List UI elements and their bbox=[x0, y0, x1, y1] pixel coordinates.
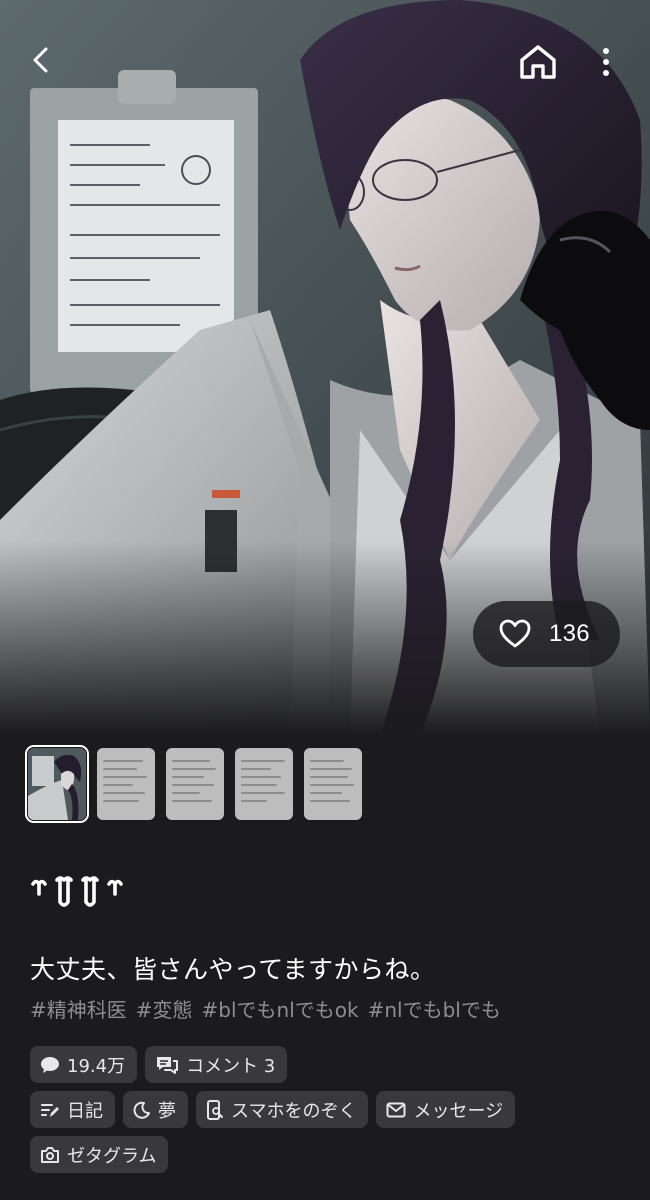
hashtag-item[interactable]: #変態 bbox=[136, 994, 193, 1023]
character-hero: 136 bbox=[0, 0, 650, 735]
chevron-left-icon bbox=[33, 47, 48, 73]
comments-label: コメント 3 bbox=[186, 1055, 276, 1077]
hashtag-list: #精神科医 #変態 #blでもnlでもok #nlでもblでも bbox=[30, 994, 501, 1023]
message-label: メッセージ bbox=[413, 1100, 504, 1122]
character-tagline: 大丈夫、皆さんやってますからね。 bbox=[30, 955, 436, 984]
home-icon bbox=[520, 45, 556, 79]
comments-icon bbox=[157, 1056, 179, 1074]
thumbnail-note-2[interactable] bbox=[166, 748, 224, 820]
mail-icon bbox=[386, 1102, 406, 1117]
comments-button[interactable]: コメント 3 bbox=[145, 1046, 288, 1083]
thumbnail-portrait[interactable] bbox=[25, 745, 89, 823]
zetagram-label: ゼタグラム bbox=[67, 1145, 157, 1167]
character-name-logo bbox=[30, 872, 150, 912]
back-button[interactable] bbox=[18, 36, 66, 84]
social-row: ゼタグラム bbox=[30, 1136, 169, 1173]
more-options-button[interactable] bbox=[588, 36, 624, 88]
image-thumbnail-strip bbox=[25, 745, 362, 823]
chat-count-label: 19.4万 bbox=[67, 1055, 126, 1077]
thumbnail-note-3[interactable] bbox=[235, 748, 293, 820]
thumbnail-note-4[interactable] bbox=[304, 748, 362, 820]
heart-outline-icon bbox=[499, 619, 531, 648]
thumbnail-note-1[interactable] bbox=[97, 748, 155, 820]
like-button[interactable]: 136 bbox=[473, 601, 620, 667]
home-button[interactable] bbox=[512, 36, 564, 88]
moon-icon bbox=[133, 1101, 150, 1119]
like-count: 136 bbox=[549, 620, 590, 647]
actions-row: 日記 夢 スマホをのぞく メッセージ bbox=[30, 1091, 516, 1128]
diary-button[interactable]: 日記 bbox=[30, 1091, 115, 1128]
dream-button[interactable]: 夢 bbox=[123, 1091, 188, 1128]
message-button[interactable]: メッセージ bbox=[376, 1091, 516, 1128]
more-vertical-icon bbox=[603, 48, 609, 76]
note-edit-icon bbox=[41, 1103, 59, 1117]
chat-count-badge: 19.4万 bbox=[30, 1046, 138, 1083]
portrait-thumbnail-image bbox=[28, 748, 86, 820]
phone-peek-label: スマホをのぞく bbox=[231, 1100, 357, 1122]
hashtag-item[interactable]: #精神科医 bbox=[30, 994, 127, 1023]
zetagram-button[interactable]: ゼタグラム bbox=[30, 1136, 169, 1173]
chat-bubble-icon bbox=[41, 1056, 59, 1073]
phone-search-icon bbox=[207, 1099, 223, 1120]
camera-icon bbox=[41, 1146, 59, 1163]
character-name-logo-image bbox=[31, 876, 123, 907]
hashtag-item[interactable]: #nlでもblでも bbox=[368, 994, 501, 1023]
hashtag-item[interactable]: #blでもnlでもok bbox=[202, 994, 359, 1023]
diary-label: 日記 bbox=[67, 1100, 103, 1122]
stats-row: 19.4万 コメント 3 bbox=[30, 1046, 288, 1083]
phone-peek-button[interactable]: スマホをのぞく bbox=[196, 1091, 369, 1128]
dream-label: 夢 bbox=[158, 1100, 176, 1122]
